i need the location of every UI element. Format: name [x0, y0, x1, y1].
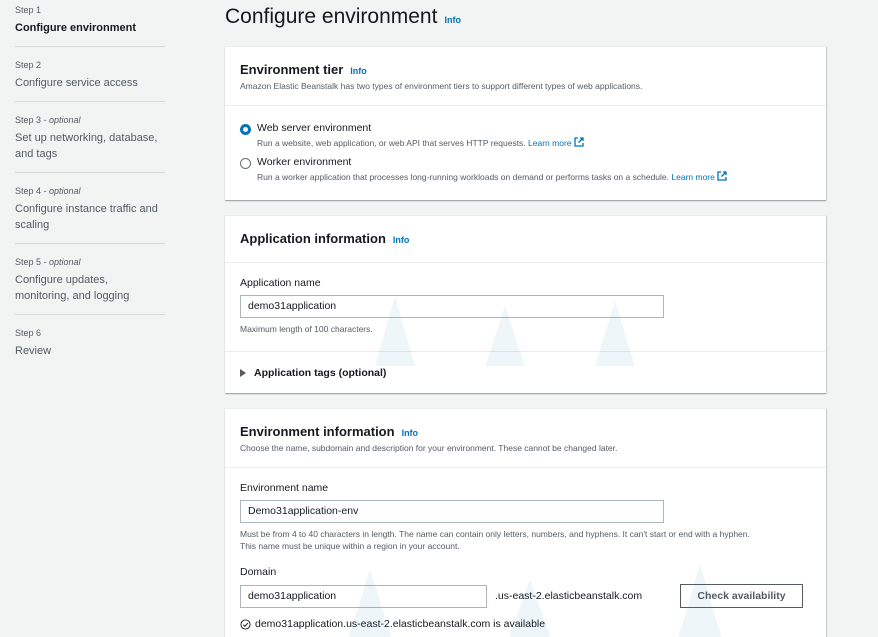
panel-body: Web server environment Run a website, we…	[225, 106, 826, 200]
info-link[interactable]: Info	[350, 66, 367, 76]
step-6[interactable]: Step 6 Review	[15, 327, 165, 369]
step-title: Configure environment	[15, 22, 137, 34]
worker-option[interactable]: Worker environment Run a worker applicat…	[240, 156, 811, 182]
panel-header: Environment tier Info Amazon Elastic Bea…	[225, 47, 826, 106]
step-number: Step 6	[15, 328, 42, 338]
environment-information-panel: Environment information Info Choose the …	[225, 408, 826, 637]
check-circle-icon	[240, 618, 251, 630]
radio-label: Web server environment	[257, 122, 372, 134]
step-number: Step 2	[15, 60, 42, 70]
application-information-panel: Application information Info Application…	[225, 215, 826, 393]
panel-description: Choose the name, subdomain and descripti…	[240, 443, 618, 453]
step-title: Review	[15, 345, 52, 357]
page-title-row: Configure environment Info	[225, 5, 826, 35]
background-pattern	[348, 564, 722, 637]
environment-tier-panel: Environment tier Info Amazon Elastic Bea…	[225, 46, 826, 200]
step-title: Configure instance traffic and scaling	[15, 203, 158, 231]
step-1[interactable]: Step 1 Configure environment	[15, 4, 165, 47]
step-5[interactable]: Step 5 - optional Configure updates, mon…	[15, 256, 165, 315]
panel-description: Amazon Elastic Beanstalk has two types o…	[240, 81, 643, 91]
step-number: Step 1	[15, 5, 42, 15]
step-4[interactable]: Step 4 - optional Configure instance tra…	[15, 185, 165, 244]
learn-more-link[interactable]: Learn more	[528, 137, 584, 148]
step-title: Configure service access	[15, 77, 138, 89]
info-link[interactable]: Info	[402, 428, 419, 438]
panel-title: Application information	[240, 231, 386, 246]
radio-button-checked[interactable]	[240, 124, 251, 135]
main-content: Configure environment Info Environment t…	[225, 0, 826, 637]
panel-title-row: Environment information Info	[240, 424, 811, 439]
step-number: Step 4 - optional	[15, 186, 81, 196]
panel-title: Environment tier	[240, 62, 344, 77]
radio-description: Run a worker application that processes …	[257, 171, 727, 182]
step-title: Configure updates, monitoring, and loggi…	[15, 274, 130, 302]
caret-right-icon	[240, 369, 246, 377]
expander-label: Application tags (optional)	[254, 367, 387, 379]
step-number: Step 5 - optional	[15, 257, 81, 267]
radio-label: Worker environment	[257, 156, 352, 168]
external-link-icon	[717, 171, 727, 181]
radio-description: Run a website, web application, or web A…	[257, 137, 584, 148]
panel-header: Environment information Info Choose the …	[225, 409, 826, 468]
external-link-icon	[573, 137, 584, 147]
step-2[interactable]: Step 2 Configure service access	[15, 59, 165, 102]
panel-header: Application information Info	[225, 216, 826, 263]
step-title: Set up networking, database, and tags	[15, 132, 158, 160]
page-title: Configure environment	[225, 5, 438, 28]
panel-title-row: Application information Info	[240, 231, 811, 246]
info-link[interactable]: Info	[393, 235, 410, 245]
wizard-steps-sidebar: Step 1 Configure environment Step 2 Conf…	[0, 0, 180, 637]
step-number: Step 3 - optional	[15, 115, 81, 125]
environment-name-input[interactable]: Demo31application-env	[240, 500, 664, 523]
radio-button[interactable]	[240, 158, 251, 169]
learn-more-link[interactable]: Learn more	[671, 171, 727, 182]
panel-title: Environment information	[240, 424, 395, 439]
step-3[interactable]: Step 3 - optional Set up networking, dat…	[15, 114, 165, 173]
info-link[interactable]: Info	[444, 15, 461, 25]
panel-title-row: Environment tier Info	[240, 62, 811, 77]
background-pattern	[375, 296, 635, 366]
web-server-option[interactable]: Web server environment Run a website, we…	[240, 122, 811, 148]
field-label: Environment name	[240, 482, 329, 494]
